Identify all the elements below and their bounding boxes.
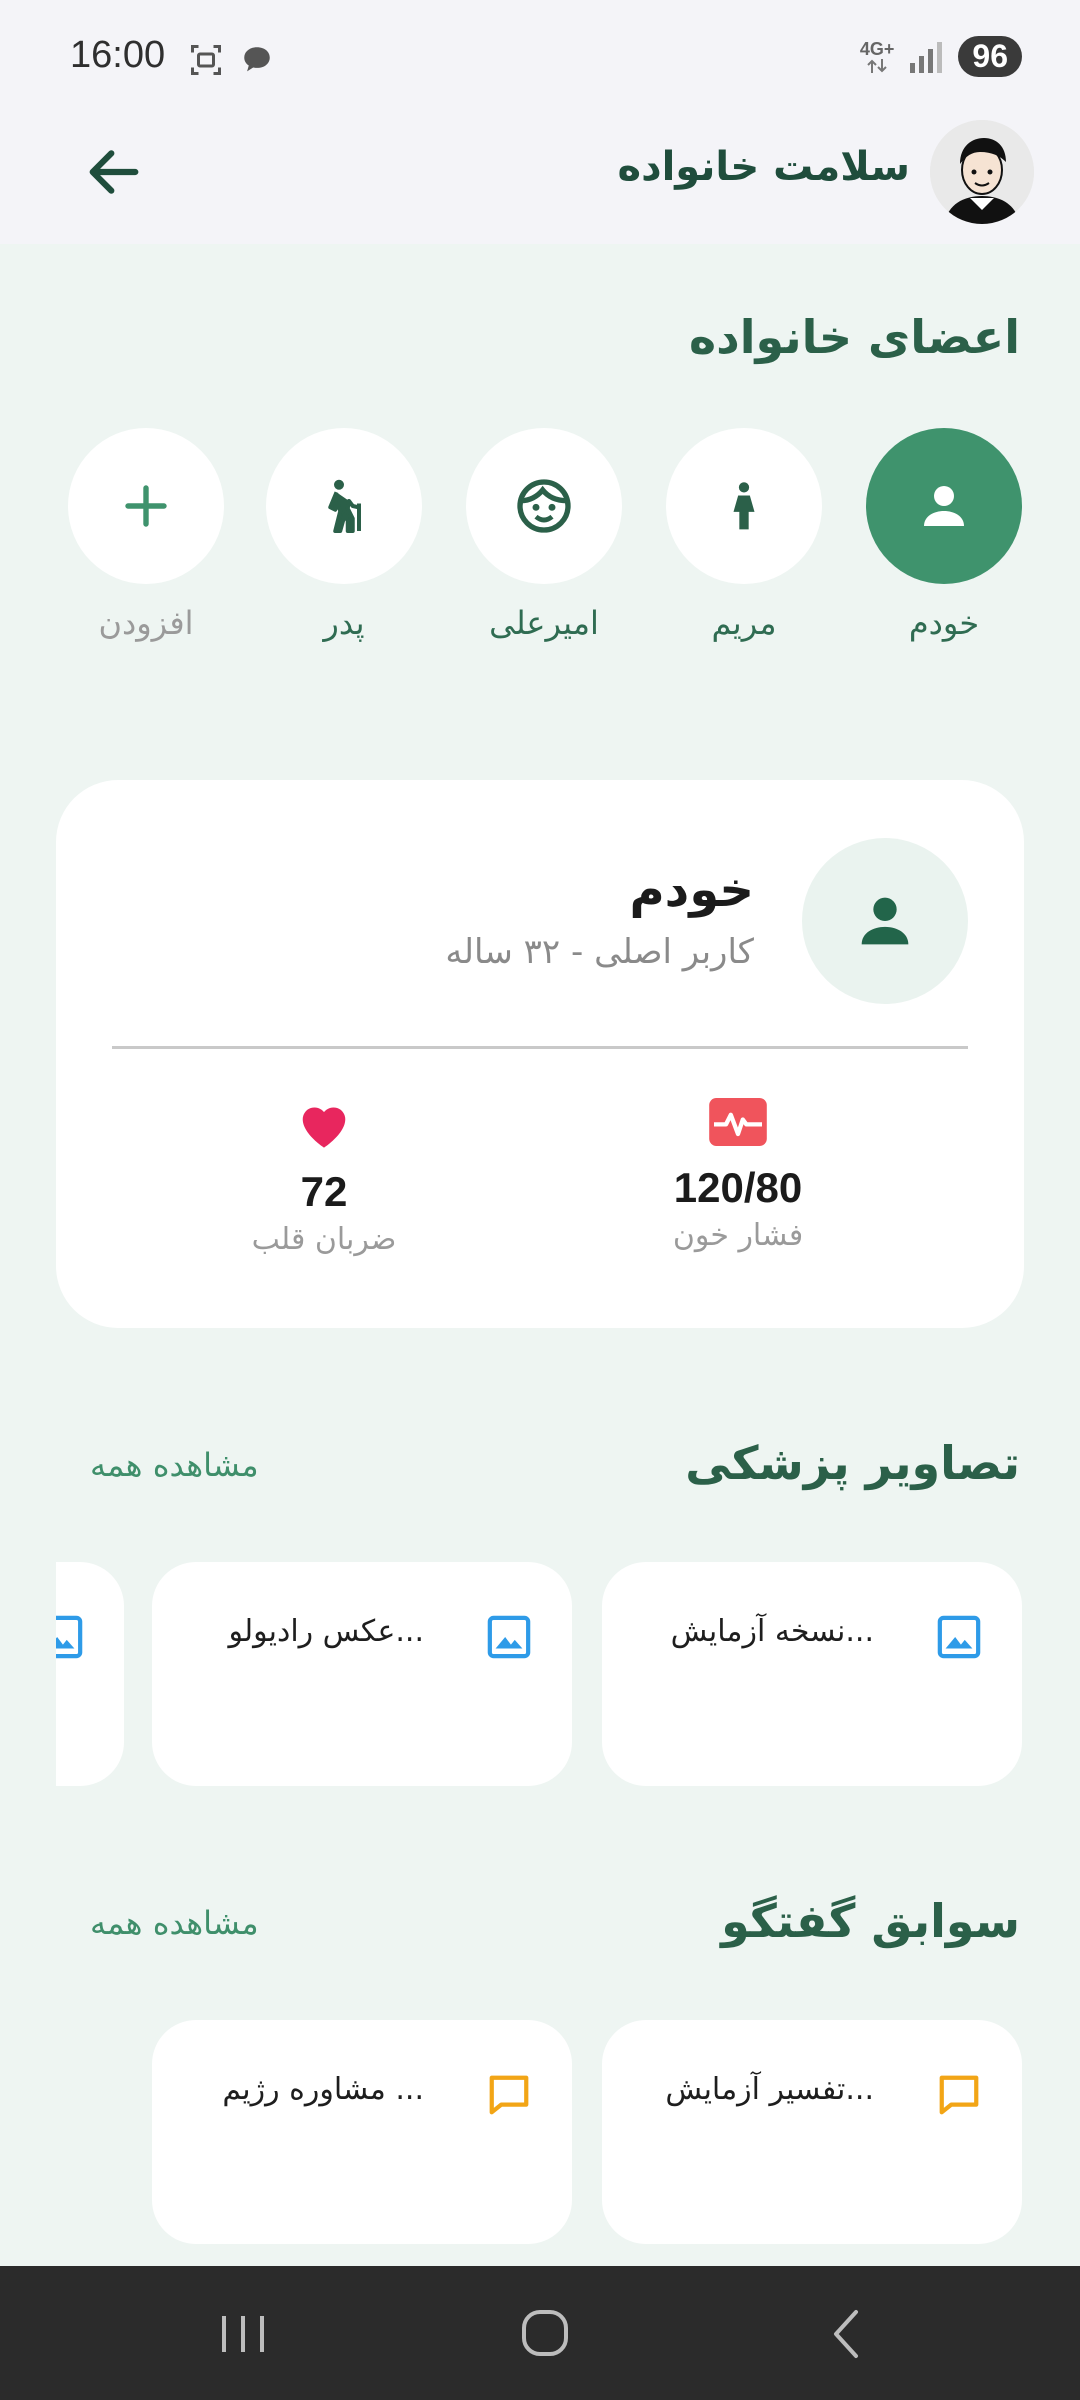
tile-label: نسخه آزمایش... bbox=[670, 1614, 874, 1649]
system-nav-bar bbox=[0, 2266, 1080, 2400]
recents-icon bbox=[222, 2316, 264, 2352]
member-label: امیرعلی bbox=[489, 604, 599, 642]
tile-label: مشاوره رژیم ... bbox=[222, 2072, 424, 2107]
stat-label: ضربان قلب bbox=[251, 1222, 397, 1257]
member-avatar bbox=[666, 428, 822, 584]
recent-apps-button[interactable] bbox=[208, 2304, 278, 2364]
person-icon bbox=[924, 486, 964, 526]
stat-heart-rate: 72 ضربان قلب bbox=[194, 1098, 454, 1257]
member-label: خودم bbox=[908, 604, 980, 642]
profile-card[interactable]: خودم کاربر اصلی - ۳۲ ساله 120/80 فشار خو… bbox=[56, 780, 1024, 1328]
network-type-label: 4G+ bbox=[859, 38, 895, 59]
heart-icon bbox=[302, 1107, 346, 1148]
member-maryam[interactable]: مریم bbox=[666, 428, 822, 642]
status-bar: 16:00 4G+ 96 bbox=[0, 0, 1080, 120]
network-indicator: 4G+ bbox=[859, 38, 895, 74]
member-label: افزودن bbox=[98, 604, 194, 642]
stat-value: 120/80 bbox=[673, 1164, 803, 1211]
data-arrows-icon bbox=[867, 58, 887, 73]
stat-blood-pressure: 120/80 فشار خون bbox=[608, 1098, 868, 1253]
home-button[interactable] bbox=[510, 2304, 580, 2364]
battery-badge: 96 bbox=[958, 36, 1022, 77]
member-self[interactable]: خودم bbox=[866, 428, 1022, 642]
image-icon bbox=[937, 1615, 981, 1659]
medical-images-see-all[interactable]: مشاهده همه bbox=[90, 1446, 259, 1484]
status-right-group: 4G+ 96 bbox=[860, 36, 1022, 77]
user-avatar[interactable] bbox=[930, 120, 1034, 224]
back-button[interactable] bbox=[82, 140, 146, 204]
chat-tile[interactable]: مشاوره رژیم ... bbox=[152, 2020, 572, 2244]
family-section-title: اعضای خانواده bbox=[688, 310, 1020, 364]
image-icon bbox=[56, 1615, 83, 1659]
member-father[interactable]: پدر bbox=[266, 428, 422, 642]
nav-back-button[interactable] bbox=[812, 2304, 882, 2364]
member-amirali[interactable]: امیرعلی bbox=[466, 428, 622, 642]
avatar-illustration-icon bbox=[930, 120, 1034, 224]
elderly-walk-icon bbox=[328, 479, 361, 533]
medical-image-tile[interactable]: نسخه آزمایش... bbox=[602, 1562, 1022, 1786]
chat-icon bbox=[489, 2075, 529, 2115]
signal-icon bbox=[910, 41, 943, 73]
chat-history-see-all[interactable]: مشاهده همه bbox=[90, 1904, 259, 1942]
image-icon bbox=[487, 1615, 531, 1659]
medical-images-title: تصاویر پزشکی bbox=[685, 1436, 1020, 1490]
member-avatar bbox=[466, 428, 622, 584]
home-circle-icon bbox=[522, 2310, 568, 2356]
screenshot-icon bbox=[191, 45, 221, 75]
add-member-button[interactable]: افزودن bbox=[68, 428, 224, 642]
app-title: سلامت خانواده bbox=[617, 144, 910, 190]
profile-avatar bbox=[802, 838, 968, 1004]
tile-label: تفسیر آزمایش... bbox=[665, 2072, 874, 2107]
child-face-icon bbox=[517, 479, 571, 533]
woman-icon bbox=[733, 482, 755, 530]
member-avatar bbox=[68, 428, 224, 584]
stat-value: 72 bbox=[300, 1168, 348, 1215]
tile-label: عکس رادیولو... bbox=[228, 1614, 424, 1649]
plus-icon bbox=[125, 485, 167, 527]
blood-pressure-icon bbox=[709, 1098, 767, 1146]
status-time: 16:00 bbox=[70, 34, 166, 76]
medical-image-tile[interactable]: عکس رادیولو... bbox=[152, 1562, 572, 1786]
member-avatar bbox=[266, 428, 422, 584]
chat-history-title: سوابق گفتگو bbox=[721, 1894, 1020, 1948]
chat-icon bbox=[939, 2075, 979, 2115]
message-bubble-icon bbox=[244, 47, 270, 72]
stat-label: فشار خون bbox=[672, 1218, 804, 1253]
member-avatar bbox=[866, 428, 1022, 584]
app-bar: سلامت خانواده bbox=[0, 120, 1080, 244]
card-divider bbox=[112, 1046, 968, 1049]
profile-subtitle: کاربر اصلی - ۳۲ ساله bbox=[445, 932, 754, 972]
chat-tile[interactable]: تفسیر آزمایش... bbox=[602, 2020, 1022, 2244]
status-notification-icons bbox=[188, 42, 274, 78]
member-label: مریم bbox=[711, 604, 777, 642]
arrow-back-icon bbox=[89, 150, 139, 194]
chevron-left-icon bbox=[834, 2310, 858, 2358]
person-icon bbox=[861, 897, 909, 945]
medical-image-tile-partial[interactable] bbox=[56, 1562, 124, 1786]
member-label: پدر bbox=[323, 604, 365, 642]
profile-name: خودم bbox=[629, 862, 755, 918]
